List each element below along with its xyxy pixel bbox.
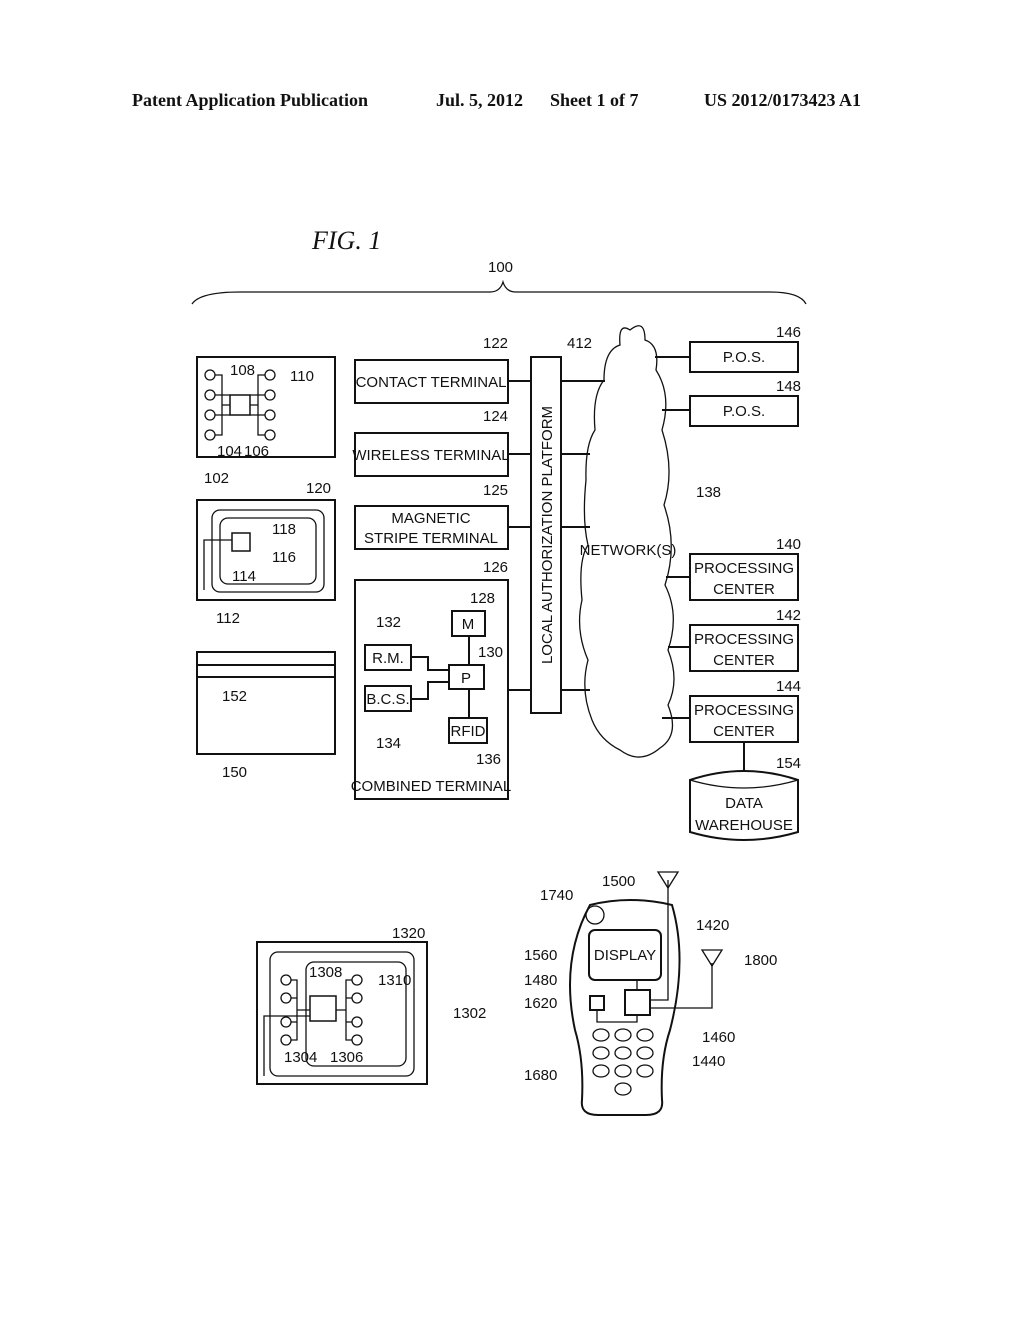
svg-text:1320: 1320 [392, 925, 425, 942]
chip-ref: 108 [230, 362, 255, 379]
svg-text:128: 128 [470, 590, 495, 607]
svg-text:CENTER: CENTER [713, 581, 775, 598]
svg-text:154: 154 [776, 755, 801, 772]
patent-figure: 100 108 110 104 106 102 118 116 114 120 … [191, 259, 807, 1116]
svg-text:126: 126 [483, 559, 508, 576]
svg-text:P.O.S.: P.O.S. [723, 403, 765, 420]
system-brace [191, 279, 807, 305]
svg-text:B.C.S.: B.C.S. [366, 691, 409, 708]
svg-text:M: M [462, 616, 475, 633]
svg-text:136: 136 [476, 751, 501, 768]
svg-text:1740: 1740 [540, 887, 573, 904]
sub-ref-104: 104 [217, 443, 242, 460]
processing-center-140: PROCESSING CENTER 140 [689, 536, 801, 601]
svg-text:MAGNETIC: MAGNETIC [391, 510, 470, 527]
stripe-ref: 152 [222, 688, 247, 705]
combined-terminal: 126 COMBINED TERMINAL M 128 P 130 R.M. 1… [351, 559, 512, 800]
svg-text:DISPLAY: DISPLAY [594, 947, 656, 964]
svg-text:1420: 1420 [696, 917, 729, 934]
contact-card: 108 110 104 106 102 [196, 356, 336, 487]
svg-text:PROCESSING: PROCESSING [694, 631, 794, 648]
contact-terminal: CONTACT TERMINAL 122 [354, 335, 509, 404]
data-warehouse: DATA WAREHOUSE 154 [689, 742, 801, 841]
svg-text:1302: 1302 [453, 1005, 486, 1022]
antenna-ref: 120 [306, 480, 331, 497]
system-ref: 100 [488, 259, 513, 276]
svg-text:144: 144 [776, 678, 801, 695]
svg-text:COMBINED TERMINAL: COMBINED TERMINAL [351, 778, 512, 795]
contactless-card: 118 116 114 120 112 [196, 480, 336, 627]
sub-ref-106: 106 [244, 443, 269, 460]
svg-text:1308: 1308 [309, 964, 342, 981]
svg-text:412: 412 [567, 335, 592, 352]
svg-text:STRIPE TERMINAL: STRIPE TERMINAL [364, 530, 498, 547]
pos-148: P.O.S. 148 [689, 378, 801, 427]
svg-text:1500: 1500 [602, 873, 635, 890]
svg-text:DATA: DATA [725, 795, 763, 812]
magnetic-stripe-terminal: MAGNETIC STRIPE TERMINAL 125 [354, 482, 509, 550]
svg-text:125: 125 [483, 482, 508, 499]
network-cloud: NETWORK(S) 138 [578, 325, 721, 758]
svg-text:CONTACT TERMINAL: CONTACT TERMINAL [356, 374, 507, 391]
svg-text:P.O.S.: P.O.S. [723, 349, 765, 366]
processing-center-142: PROCESSING CENTER 142 [689, 607, 801, 672]
svg-text:RFID: RFID [451, 723, 486, 740]
svg-text:146: 146 [776, 324, 801, 341]
svg-text:LOCAL AUTHORIZATION PLATFORM: LOCAL AUTHORIZATION PLATFORM [539, 406, 556, 664]
svg-text:1680: 1680 [524, 1067, 557, 1084]
svg-text:R.M.: R.M. [372, 650, 404, 667]
svg-text:1620: 1620 [524, 995, 557, 1012]
svg-text:1480: 1480 [524, 972, 557, 989]
svg-text:1460: 1460 [702, 1029, 735, 1046]
card-ref: 150 [222, 764, 247, 781]
svg-text:1800: 1800 [744, 952, 777, 969]
svg-text:PROCESSING: PROCESSING [694, 560, 794, 577]
card-ref: 102 [204, 470, 229, 487]
svg-text:P: P [461, 670, 471, 687]
pos-146: P.O.S. 146 [689, 324, 801, 373]
svg-text:CENTER: CENTER [713, 652, 775, 669]
svg-text:132: 132 [376, 614, 401, 631]
svg-text:1440: 1440 [692, 1053, 725, 1070]
svg-text:138: 138 [696, 484, 721, 501]
svg-text:1306: 1306 [330, 1049, 363, 1066]
wireless-terminal: WIRELESS TERMINAL 124 [352, 408, 510, 477]
svg-text:142: 142 [776, 607, 801, 624]
svg-text:NETWORK(S): NETWORK(S) [580, 542, 677, 559]
svg-text:134: 134 [376, 735, 401, 752]
magnetic-card: 152 150 [196, 651, 336, 781]
sub-ref-114: 114 [232, 568, 256, 585]
processing-center-144: PROCESSING CENTER 144 [689, 678, 801, 743]
terminal-connectors [508, 380, 531, 691]
svg-text:1304: 1304 [284, 1049, 317, 1066]
svg-text:122: 122 [483, 335, 508, 352]
svg-text:CENTER: CENTER [713, 723, 775, 740]
svg-text:140: 140 [776, 536, 801, 553]
chip-ref: 118 [272, 521, 296, 538]
svg-text:130: 130 [478, 644, 503, 661]
svg-text:PROCESSING: PROCESSING [694, 702, 794, 719]
svg-text:1310: 1310 [378, 972, 411, 989]
card-ref: 112 [216, 610, 240, 627]
svg-text:148: 148 [776, 378, 801, 395]
mobile-phone: DISPLAY 1500 1740 1420 1560 1800 1480 16… [524, 871, 777, 1116]
svg-text:1560: 1560 [524, 947, 557, 964]
svg-text:WAREHOUSE: WAREHOUSE [695, 817, 793, 834]
contacts-ref: 110 [290, 368, 314, 385]
local-authorization-platform: LOCAL AUTHORIZATION PLATFORM 412 [530, 335, 592, 714]
sub-ref-116: 116 [272, 549, 296, 566]
dual-interface-card: 1308 1310 1304 1306 1320 1302 [256, 925, 486, 1085]
svg-text:124: 124 [483, 408, 508, 425]
svg-text:WIRELESS TERMINAL: WIRELESS TERMINAL [352, 447, 509, 464]
